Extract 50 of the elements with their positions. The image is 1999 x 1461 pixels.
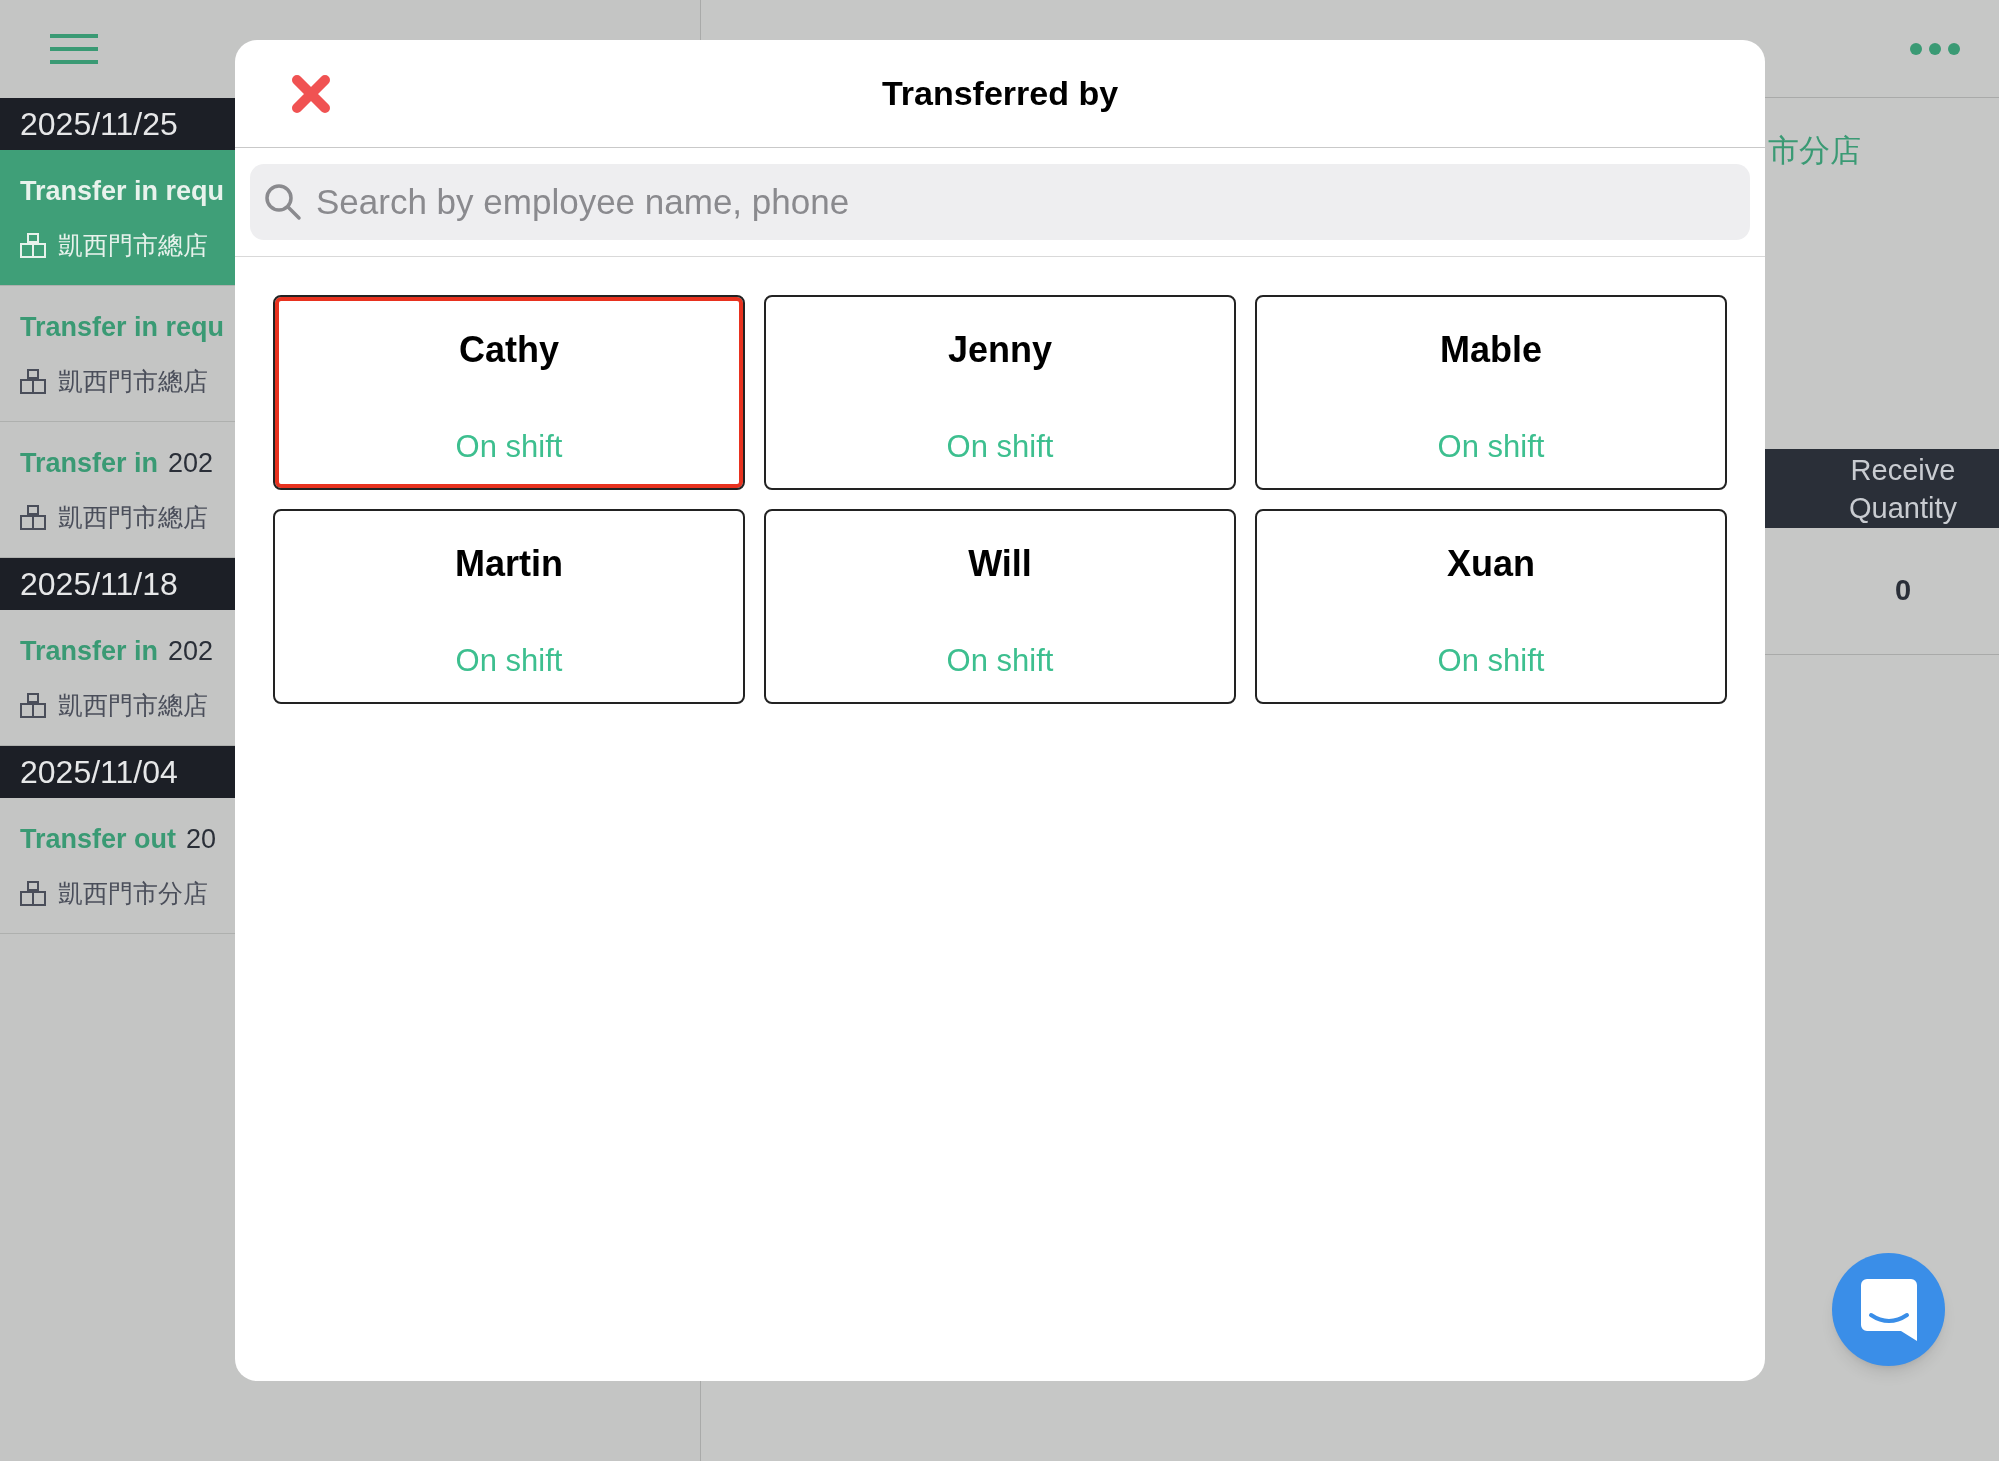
transfer-time: 202 (168, 634, 214, 668)
shift-status: On shift (455, 641, 563, 680)
store-name: 凱西門市總店 (58, 230, 208, 261)
store-name: 凱西門市總店 (58, 366, 208, 397)
transfer-type: Transfer in (20, 634, 159, 668)
employee-name: Jenny (947, 328, 1052, 372)
employee-name: Martin (455, 542, 563, 586)
table-cell-text: 0 (1893, 573, 1913, 609)
employee-card[interactable]: Martin On shift (273, 509, 745, 704)
employee-name: Will (968, 542, 1032, 586)
date-header: 2025/11/04 (20, 753, 178, 792)
transfer-time: 202 (168, 446, 214, 480)
shift-status: On shift (946, 641, 1054, 680)
shift-status: On shift (455, 427, 563, 466)
search-field[interactable]: Search by employee name, phone (250, 164, 1750, 240)
transfer-type: Transfer out (20, 822, 177, 856)
more-icon[interactable] (1909, 41, 1961, 56)
transfer-type: Transfer in requ (20, 310, 225, 344)
dialog-title: Transferred by (881, 73, 1119, 114)
store-icon (20, 232, 46, 259)
employee-name: Mable (1440, 328, 1542, 372)
close-button[interactable] (290, 73, 332, 115)
store-icon (20, 504, 46, 531)
date-header: 2025/11/18 (20, 565, 178, 604)
chat-icon (1860, 1278, 1917, 1341)
store-name: 凱西門市總店 (58, 690, 208, 721)
employee-card[interactable]: Cathy On shift (273, 295, 745, 490)
store-icon (20, 880, 46, 907)
transfer-type: Transfer in requ (20, 174, 225, 208)
transfer-type: Transfer in (20, 446, 159, 480)
store-icon (20, 368, 46, 395)
employee-card[interactable]: Jenny On shift (764, 295, 1236, 490)
column-header: Receive Quantity (1848, 452, 1958, 526)
search-icon (264, 183, 302, 221)
date-header: 2025/11/25 (20, 105, 178, 144)
employee-card[interactable]: Xuan On shift (1255, 509, 1727, 704)
employee-card[interactable]: Will On shift (764, 509, 1236, 704)
store-name: 市分店 (1768, 133, 1861, 168)
transfer-time: 20 (186, 822, 217, 856)
store-name: 凱西門市總店 (58, 502, 208, 533)
store-icon (20, 692, 46, 719)
employee-card[interactable]: Mable On shift (1255, 295, 1727, 490)
shift-status: On shift (1437, 641, 1545, 680)
store-name: 凱西門市分店 (58, 878, 208, 909)
shift-status: On shift (1437, 427, 1545, 466)
menu-icon[interactable] (50, 34, 98, 64)
employee-name: Cathy (459, 328, 559, 372)
shift-status: On shift (946, 427, 1054, 466)
close-icon (291, 74, 331, 114)
employee-name: Xuan (1447, 542, 1535, 586)
